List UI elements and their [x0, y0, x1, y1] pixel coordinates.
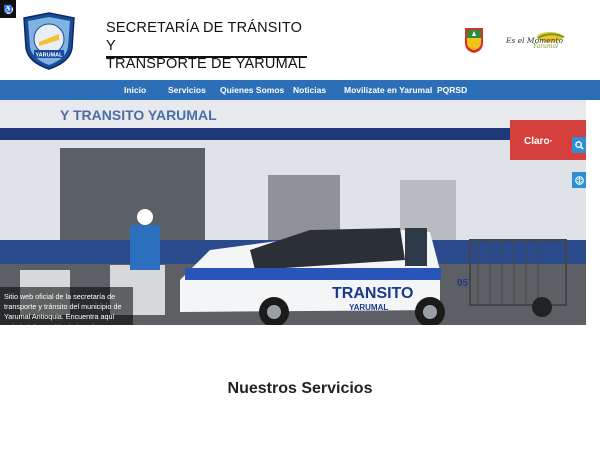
hero-banner: Y TRANSITO YARUMAL Claro· TRANSITO YARUM… — [0, 100, 586, 325]
globe-icon — [574, 175, 584, 185]
nav-item-movilizate[interactable]: Movilizate en Yarumal — [344, 80, 432, 100]
nav-item-quienes-somos[interactable]: Quienes Somos — [220, 80, 284, 100]
es-el-momento-brand: Es el Momento Yarumal — [506, 28, 568, 52]
brand-sub-text: Yarumal — [533, 43, 558, 50]
truck-number: 05 — [457, 278, 469, 289]
nav-item-pqrsd[interactable]: PQRSD — [437, 80, 467, 100]
title-line-1: SECRETARÍA DE TRÁNSITO Y — [106, 20, 303, 54]
page-title: SECRETARÍA DE TRÁNSITO Y TRANSPORTE DE Y… — [106, 19, 308, 73]
truck-text: TRANSITO — [332, 285, 413, 302]
main-navigation: Inicio Servicios Quienes Somos Noticias … — [0, 80, 600, 100]
yarumal-coat-of-arms — [465, 28, 483, 53]
search-button[interactable] — [572, 137, 586, 153]
yarumal-transit-logo[interactable]: YARUMAL — [22, 12, 76, 70]
building-sign: Y TRANSITO YARUMAL — [60, 107, 217, 123]
title-underline — [106, 56, 307, 58]
store-sign: Claro· — [524, 136, 553, 147]
logo-text: YARUMAL — [36, 53, 64, 59]
truck-sub-text: YARUMAL — [349, 303, 388, 312]
site-header: YARUMAL SECRETARÍA DE TRÁNSITO Y TRANSPO… — [0, 0, 600, 80]
language-button[interactable] — [572, 172, 586, 188]
nav-item-noticias[interactable]: Noticias — [293, 80, 326, 100]
hero-caption: Sitio web oficial de la secretaría de tr… — [0, 287, 133, 325]
nav-item-inicio[interactable]: Inicio — [124, 80, 146, 100]
accessibility-button[interactable]: ♿ — [0, 0, 16, 18]
services-section-title: Nuestros Servicios — [227, 380, 373, 397]
accessibility-icon: ♿ — [3, 4, 13, 14]
search-icon — [574, 140, 584, 150]
nav-item-servicios[interactable]: Servicios — [168, 80, 206, 100]
